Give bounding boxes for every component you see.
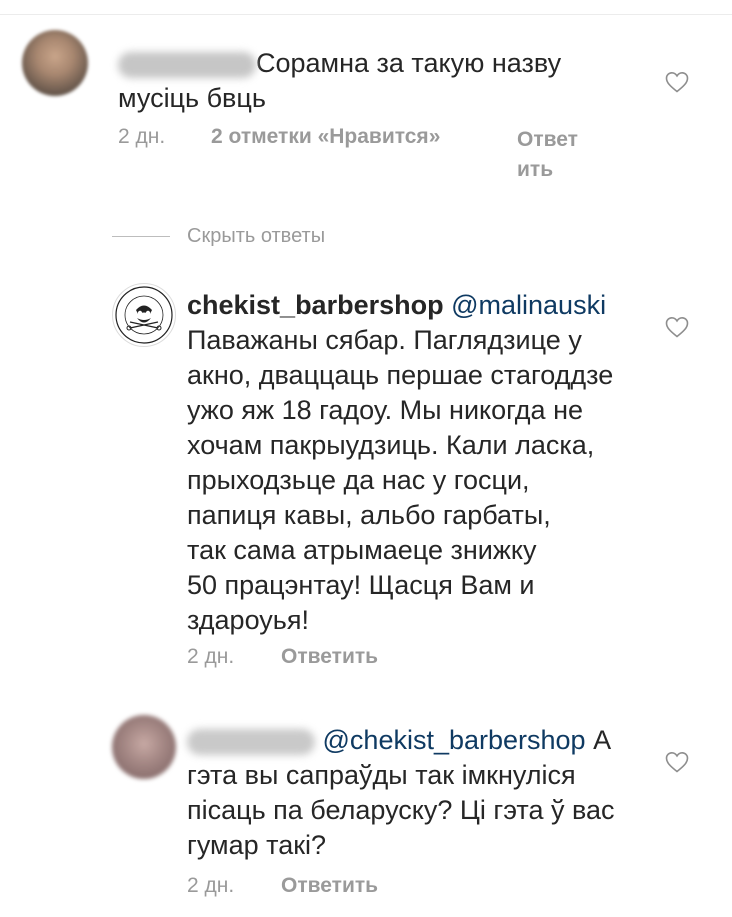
reply-text-line: гумар такі?: [187, 830, 327, 860]
reply-time: 2 дн.: [187, 645, 235, 668]
reply-text-line: хочам пакрыудзиць. Кали ласка,: [187, 430, 595, 460]
reply-text-line: пісаць па беларуску? Ці гэта ў вас: [187, 795, 615, 825]
reply-text-line: Паважаны сябар. Паглядзице у: [187, 325, 582, 355]
barbershop-logo[interactable]: [112, 283, 176, 347]
reply-text-line: А: [593, 725, 612, 755]
reply-text-line: ужо яж 18 гадоу. Мы никогда не: [187, 395, 583, 425]
reply-text-line: так сама атрымаеце знижку: [187, 535, 537, 565]
username-link[interactable]: chekist_barbershop: [187, 290, 444, 320]
reply-button[interactable]: Ответить: [281, 645, 378, 669]
likes-count-link[interactable]: 2 отметки «Нравится»: [211, 125, 440, 149]
reply-label: Ответ: [517, 128, 578, 151]
top-divider: [0, 14, 732, 15]
replies-divider: [112, 236, 170, 237]
reply-text-line: гэта вы сапраўды так імкнуліся: [187, 760, 576, 790]
blurred-username[interactable]: [187, 728, 315, 755]
reply-label: ить: [517, 158, 554, 181]
reply-text-line: папиця кавы, альбо гарбаты,: [187, 500, 551, 530]
heart-icon[interactable]: [665, 316, 689, 338]
hide-replies-button[interactable]: Скрыть ответы: [187, 225, 325, 248]
mention-link[interactable]: @malinauski: [451, 290, 606, 320]
comment-time: 2 дн.: [118, 125, 166, 148]
heart-icon[interactable]: [665, 71, 689, 93]
blurred-username[interactable]: [118, 51, 256, 78]
barbershop-logo-graphic: [115, 286, 173, 344]
reply-text: chekist_barbershop @malinauski Паважаны …: [187, 288, 613, 638]
reply-time: 2 дн.: [187, 874, 235, 897]
comment-text-line: мусіць бвць: [118, 83, 266, 113]
reply-text: @chekist_barbershop А гэта вы сапраўды т…: [187, 723, 615, 863]
reply-text-line: акно, дваццаць першае стагоддзе: [187, 360, 614, 390]
reply-text-line: прыходзьце да нас у госци,: [187, 465, 530, 495]
mention-link[interactable]: @chekist_barbershop: [323, 725, 586, 755]
reply-button[interactable]: Ответить: [281, 874, 378, 898]
avatar[interactable]: [22, 30, 88, 96]
comment-text-line: Сорамна за такую назву: [256, 48, 562, 78]
avatar[interactable]: [112, 715, 176, 779]
reply-text-line: здароуья!: [187, 605, 309, 635]
comment-text: Сорамна за такую назву мусіць бвць: [118, 46, 561, 116]
reply-text-line: 50 працэнтау! Щасця Вам и: [187, 570, 535, 600]
heart-icon[interactable]: [665, 751, 689, 773]
reply-button[interactable]: Ответ ить: [517, 125, 578, 185]
